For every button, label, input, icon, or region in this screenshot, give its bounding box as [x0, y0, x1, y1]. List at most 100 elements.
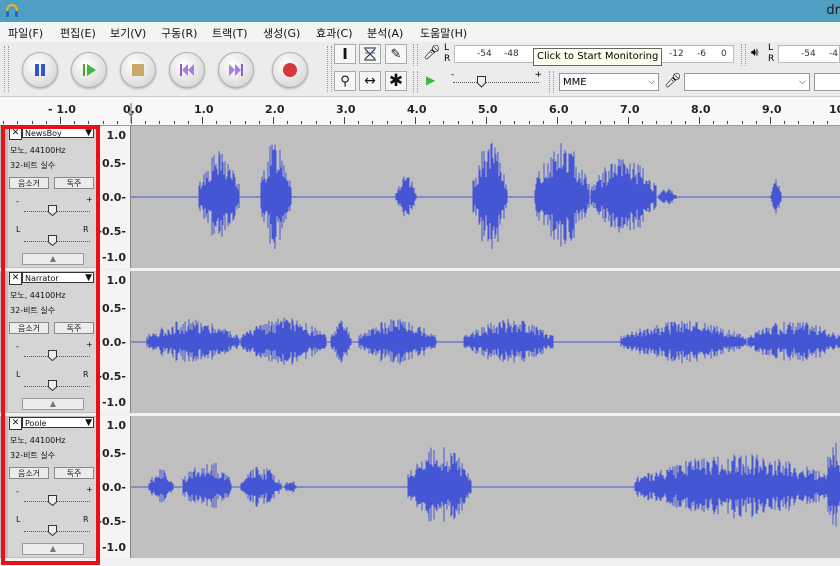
skip-to-start-button[interactable] [169, 52, 205, 88]
waveform-area[interactable] [131, 126, 840, 268]
skip-to-end-button[interactable] [218, 52, 254, 88]
waveform-area[interactable] [131, 416, 840, 558]
draw-tool-button[interactable]: ✎ [385, 44, 407, 64]
track-format-info: 32-비트 실수 [10, 451, 56, 460]
close-track-button[interactable]: ✕ [9, 127, 22, 140]
track-name-menu[interactable]: Narrator ▼ [22, 272, 94, 283]
speed-slider-thumb[interactable] [477, 76, 486, 88]
pan-slider-thumb[interactable] [48, 380, 57, 391]
ruler-label: 6.0 [549, 103, 569, 116]
ruler-tick [74, 121, 76, 124]
solo-button[interactable]: 독주 [54, 177, 94, 189]
collapse-track-button[interactable]: ▲ [22, 398, 84, 410]
toolbar-grip[interactable] [4, 46, 9, 92]
ruler-tick [60, 117, 61, 124]
collapse-track-button[interactable]: ▲ [22, 543, 84, 555]
playback-meter-tick: -4 [829, 49, 838, 59]
menu-effect[interactable]: 효과(C) [316, 25, 353, 41]
waveform [131, 442, 840, 527]
ruler-label: 5.0 [478, 103, 498, 116]
zoom-tool-button[interactable]: ⚲ [334, 71, 356, 91]
ruler-tick [528, 121, 530, 124]
play-speed-slider[interactable]: - + [449, 70, 544, 92]
ruler-tick [102, 121, 104, 124]
stop-button[interactable] [120, 52, 156, 88]
audio-host-select[interactable]: MME ⌵ [559, 73, 659, 91]
input-channels-select[interactable] [814, 73, 840, 91]
playback-meter[interactable]: -54 -4 [778, 45, 840, 63]
menu-tracks[interactable]: 트랙(T) [212, 25, 248, 41]
input-device-select[interactable]: ⌵ [684, 73, 810, 91]
timeline-ruler[interactable]: - 1.0 0.0 1.0 2.0 3.0 4.0 5.0 6.0 7.0 8.… [0, 97, 840, 126]
envelope-icon [364, 47, 376, 61]
multi-tool-button[interactable]: ✱ [385, 71, 407, 91]
gain-slider-track [24, 501, 90, 503]
ruler-tick [187, 121, 189, 124]
gain-slider-thumb[interactable] [48, 350, 57, 361]
mute-button[interactable]: 음소거 [9, 467, 49, 479]
envelope-tool-button[interactable] [359, 44, 381, 64]
menu-view[interactable]: 보기(V) [110, 25, 146, 41]
solo-button[interactable]: 독주 [54, 322, 94, 334]
gain-slider-thumb[interactable] [48, 495, 57, 506]
chevron-down-icon: ⌵ [648, 77, 655, 87]
menu-transport[interactable]: 구동(R) [161, 25, 197, 41]
gain-minus-label: - [16, 342, 19, 351]
track-format-info: 32-비트 실수 [10, 306, 56, 315]
ruler-tick [557, 117, 558, 124]
ruler-tick [713, 121, 715, 124]
close-track-button[interactable]: ✕ [9, 417, 22, 430]
close-track-button[interactable]: ✕ [9, 272, 22, 285]
scale-label: 1.0 [106, 419, 127, 432]
scale-label: 0.5- [101, 302, 126, 315]
gain-slider-thumb[interactable] [48, 205, 57, 216]
mute-button[interactable]: 음소거 [9, 177, 49, 189]
ruler-tick [471, 121, 473, 124]
time-shift-tool-button[interactable]: ↔ [359, 71, 381, 91]
menu-help[interactable]: 도움말(H) [420, 25, 467, 41]
ruler-tick [17, 121, 19, 124]
track-control-panel: ✕ Narrator ▼ 모노, 44100Hz 32-비트 실수 음소거 독주 … [8, 272, 96, 412]
collapse-track-button[interactable]: ▲ [22, 253, 84, 265]
solo-button[interactable]: 독주 [54, 467, 94, 479]
track-name-menu[interactable]: Poole ▼ [22, 417, 94, 428]
toolbar-grip[interactable] [741, 44, 746, 66]
mute-button[interactable]: 음소거 [9, 322, 49, 334]
scale-label: -1.0 [101, 251, 126, 264]
selection-tool-button[interactable]: I [334, 44, 356, 64]
play-at-speed-icon: ▶ [426, 73, 436, 87]
toolbar-grip[interactable] [549, 71, 554, 93]
menu-edit[interactable]: 편집(E) [60, 25, 96, 41]
waveform [131, 317, 840, 365]
pan-slider-track [24, 531, 90, 533]
waveform-area[interactable] [131, 271, 840, 413]
ruler-label: 10 [829, 103, 840, 116]
toolbar-grip[interactable] [413, 71, 418, 93]
ruler-label: 3.0 [336, 103, 356, 116]
toolbar-grip[interactable] [327, 46, 332, 92]
ruler-tick [159, 121, 161, 124]
toolbar-grip[interactable] [413, 44, 418, 66]
menu-file[interactable]: 파일(F) [8, 25, 43, 41]
pan-slider-thumb[interactable] [48, 235, 57, 246]
menu-generate[interactable]: 생성(G) [263, 25, 300, 41]
play-button[interactable] [71, 52, 107, 88]
scale-label: -1.0 [101, 541, 126, 554]
ruler-tick [88, 121, 90, 124]
title-bar: dr [0, 0, 840, 22]
ruler-tick [514, 121, 516, 124]
pause-button[interactable] [22, 52, 58, 88]
pan-slider-thumb[interactable] [48, 525, 57, 536]
ruler-tick [372, 121, 374, 124]
ruler-tick [273, 117, 274, 124]
ruler-label: - 1.0 [48, 103, 76, 116]
menu-analyze[interactable]: 분석(A) [367, 25, 403, 41]
magnifier-icon: ⚲ [340, 73, 350, 89]
amplitude-ruler: 1.0 0.5- 0.0- -0.5- -1.0 [96, 126, 131, 268]
track-name-menu[interactable]: NewsBoy ▼ [22, 127, 94, 138]
ruler-tick [145, 121, 147, 124]
triangle-down-icon: ▼ [85, 418, 92, 428]
record-meter-r: R [444, 54, 451, 64]
record-button[interactable] [272, 52, 308, 88]
play-icon [83, 64, 96, 76]
